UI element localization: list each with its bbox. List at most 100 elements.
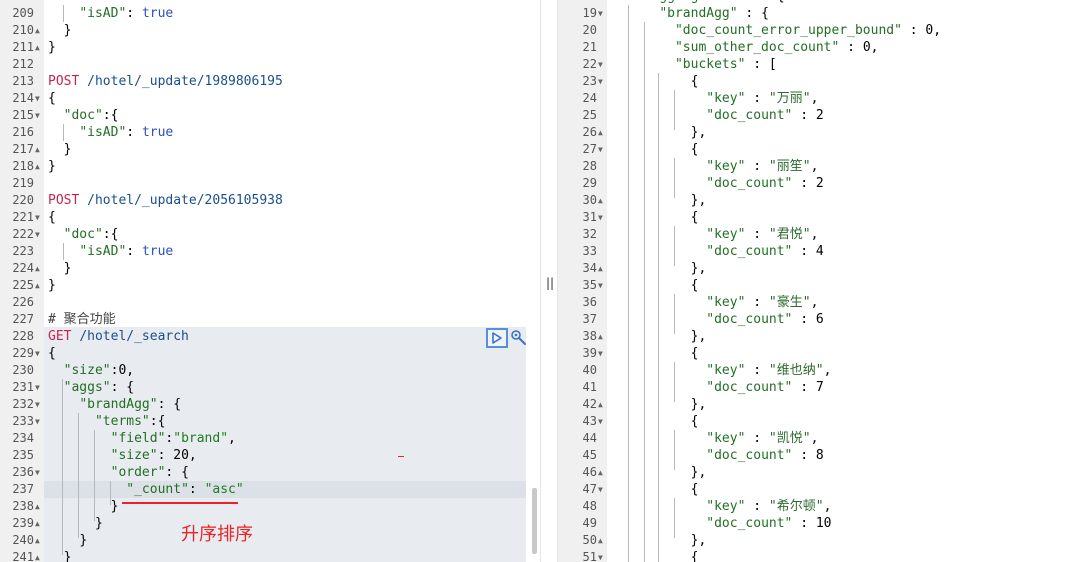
fold-collapse-icon[interactable]: ▲ — [35, 515, 40, 532]
code-line[interactable]: 213 POST /hotel/_update/1989806195 — [0, 73, 540, 90]
fold-expand-icon[interactable]: ▼ — [598, 5, 603, 22]
fold-collapse-icon[interactable]: ▲ — [598, 124, 603, 141]
code-line[interactable]: 37 "doc_count" : 6 — [558, 311, 1087, 328]
fold-collapse-icon[interactable]: ▲ — [35, 532, 40, 549]
code-line[interactable]: 49 "doc_count" : 10 — [558, 515, 1087, 532]
code-line[interactable]: 221 ▼ { — [0, 209, 540, 226]
code-line[interactable]: 45 "doc_count" : 8 — [558, 447, 1087, 464]
fold-expand-icon[interactable]: ▼ — [35, 90, 40, 107]
code-line[interactable]: 42 ▲ }, — [558, 396, 1087, 413]
code-line[interactable]: 212 — [0, 56, 540, 73]
code-line[interactable]: 51 ▼ { — [558, 549, 1087, 562]
code-line[interactable]: 218 ▲} — [0, 158, 540, 175]
fold-collapse-icon[interactable]: ▲ — [35, 39, 40, 56]
fold-expand-icon[interactable]: ▼ — [35, 107, 40, 124]
fold-expand-icon[interactable]: ▼ — [598, 481, 603, 498]
fold-expand-icon[interactable]: ▼ — [598, 277, 603, 294]
fold-expand-icon[interactable]: ▼ — [598, 413, 603, 430]
code-line[interactable]: 39 ▼ { — [558, 345, 1087, 362]
fold-expand-icon[interactable]: ▼ — [598, 345, 603, 362]
code-line[interactable]: 24 "key" : "万丽", — [558, 90, 1087, 107]
code-line[interactable]: 235 "size": 20, — [0, 447, 540, 464]
code-line[interactable]: 43 ▼ { — [558, 413, 1087, 430]
code-line[interactable]: 25 "doc_count" : 2 — [558, 107, 1087, 124]
fold-expand-icon[interactable]: ▼ — [598, 209, 603, 226]
code-line[interactable]: 32 "key" : "君悦", — [558, 226, 1087, 243]
code-line[interactable]: 48 "key" : "希尔顿", — [558, 498, 1087, 515]
request-settings-button[interactable] — [510, 329, 528, 347]
fold-collapse-icon[interactable]: ▲ — [35, 498, 40, 515]
code-line[interactable]: 23 ▼ { — [558, 73, 1087, 90]
code-line[interactable]: 34 ▲ }, — [558, 260, 1087, 277]
code-line[interactable]: 215 ▼ "doc":{ — [0, 107, 540, 124]
fold-expand-icon[interactable]: ▼ — [598, 56, 603, 73]
fold-expand-icon[interactable]: ▼ — [35, 379, 40, 396]
code-line[interactable]: 21 "sum_other_doc_count" : 0, — [558, 39, 1087, 56]
fold-collapse-icon[interactable]: ▲ — [598, 328, 603, 345]
code-line[interactable]: 19 ▼ "brandAgg" : { — [558, 5, 1087, 22]
code-line[interactable]: 28 "key" : "丽笙", — [558, 158, 1087, 175]
fold-expand-icon[interactable]: ▼ — [35, 413, 40, 430]
code-line[interactable]: 27 ▼ { — [558, 141, 1087, 158]
code-line[interactable]: 241 ▲ } — [0, 549, 540, 562]
code-line[interactable]: 22 ▼ "buckets" : [ — [558, 56, 1087, 73]
code-line[interactable]: 35 ▼ { — [558, 277, 1087, 294]
code-line[interactable]: 227 # 聚合功能 — [0, 311, 540, 328]
fold-collapse-icon[interactable]: ▲ — [35, 277, 40, 294]
fold-collapse-icon[interactable]: ▲ — [35, 260, 40, 277]
splitter-handle-icon[interactable]: || — [546, 276, 554, 290]
code-line[interactable]: 209 "isAD": true — [0, 5, 540, 22]
code-line[interactable]: 40 "key" : "维也纳", — [558, 362, 1087, 379]
code-line[interactable]: 237 "_count": "asc" — [0, 481, 540, 498]
code-line[interactable]: 226 — [0, 294, 540, 311]
code-line[interactable]: 224 ▲ } — [0, 260, 540, 277]
code-line[interactable]: 46 ▲ }, — [558, 464, 1087, 481]
response-viewer[interactable]: 18▼ "aggregations" : {19▼ "brandAgg" : {… — [558, 0, 1087, 562]
code-line[interactable]: 38 ▲ }, — [558, 328, 1087, 345]
request-editor-scrollbar[interactable] — [532, 488, 537, 554]
fold-expand-icon[interactable]: ▼ — [598, 549, 603, 562]
code-line[interactable]: 44 "key" : "凯悦", — [558, 430, 1087, 447]
fold-collapse-icon[interactable]: ▲ — [598, 192, 603, 209]
code-line[interactable]: 234 "field":"brand", — [0, 430, 540, 447]
code-line[interactable]: 230 "size":0, — [0, 362, 540, 379]
fold-expand-icon[interactable]: ▼ — [35, 209, 40, 226]
request-editor[interactable]: 209 "isAD": true 210 ▲ } 211 ▲} 212 213 POST /h… — [0, 0, 540, 562]
code-line[interactable]: 211 ▲} — [0, 39, 540, 56]
code-line[interactable]: 223 "isAD": true — [0, 243, 540, 260]
code-line[interactable]: 222 ▼ "doc":{ — [0, 226, 540, 243]
fold-collapse-icon[interactable]: ▲ — [35, 22, 40, 39]
fold-collapse-icon[interactable]: ▲ — [35, 549, 40, 562]
code-line[interactable]: 29 "doc_count" : 2 — [558, 175, 1087, 192]
fold-expand-icon[interactable]: ▼ — [35, 396, 40, 413]
fold-collapse-icon[interactable]: ▲ — [598, 396, 603, 413]
code-line[interactable]: 236 ▼ "order": { — [0, 464, 540, 481]
code-line[interactable]: 229 ▼ { — [0, 345, 540, 362]
code-line[interactable]: 41 "doc_count" : 7 — [558, 379, 1087, 396]
code-line[interactable]: 210 ▲ } — [0, 22, 540, 39]
code-line[interactable]: 31 ▼ { — [558, 209, 1087, 226]
code-line[interactable]: 47 ▼ { — [558, 481, 1087, 498]
fold-collapse-icon[interactable]: ▲ — [598, 464, 603, 481]
code-line[interactable]: 26 ▲ }, — [558, 124, 1087, 141]
fold-collapse-icon[interactable]: ▲ — [35, 141, 40, 158]
fold-collapse-icon[interactable]: ▲ — [35, 158, 40, 175]
code-line[interactable]: 225 ▲} — [0, 277, 540, 294]
code-line[interactable]: 36 "key" : "豪生", — [558, 294, 1087, 311]
code-line[interactable]: 50 ▲ }, — [558, 532, 1087, 549]
code-line[interactable]: 216 "isAD": true — [0, 124, 540, 141]
code-line[interactable]: 20 "doc_count_error_upper_bound" : 0, — [558, 22, 1087, 39]
code-line[interactable]: 231 ▼ "aggs": { — [0, 379, 540, 396]
code-line[interactable]: 233 ▼ "terms":{ — [0, 413, 540, 430]
code-line[interactable]: 232 ▼ "brandAgg": { — [0, 396, 540, 413]
fold-expand-icon[interactable]: ▼ — [35, 345, 40, 362]
code-line[interactable]: 238 ▲ } — [0, 498, 540, 515]
fold-expand-icon[interactable]: ▼ — [35, 226, 40, 243]
code-line[interactable]: 228 GET /hotel/_search — [0, 328, 540, 345]
code-line[interactable]: 30 ▲ }, — [558, 192, 1087, 209]
code-line[interactable]: 240 ▲ } — [0, 532, 540, 549]
fold-collapse-icon[interactable]: ▲ — [598, 532, 603, 549]
fold-expand-icon[interactable]: ▼ — [35, 464, 40, 481]
code-line[interactable]: 239 ▲ } — [0, 515, 540, 532]
run-request-button[interactable] — [486, 328, 508, 348]
